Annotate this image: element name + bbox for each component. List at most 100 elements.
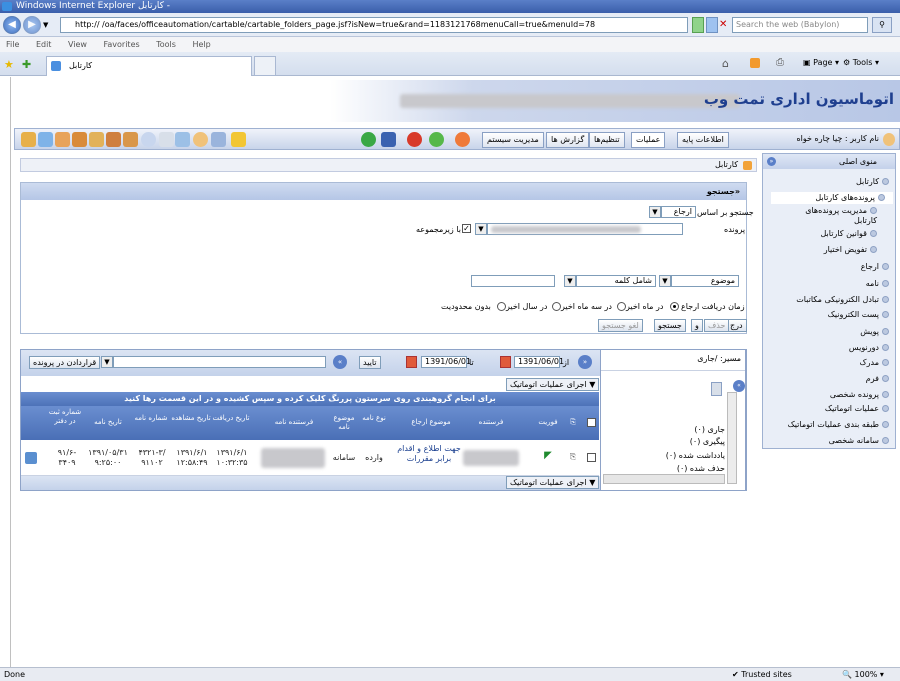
from-date-input[interactable]: 1391/06/01 (514, 356, 564, 368)
auto-ops-top-button[interactable]: اجرای عملیات اتوماتیک ▼ (506, 378, 600, 391)
compose-icon[interactable] (55, 132, 70, 147)
compat-icon[interactable] (692, 17, 704, 33)
delete-button[interactable]: حذف (704, 319, 730, 332)
collapse-icon[interactable]: « (767, 157, 776, 166)
col-reg-no[interactable]: شماره ثبت در دفتر (47, 408, 83, 426)
tools-menu[interactable]: ⚙ Tools ▾ (843, 58, 879, 67)
col-priority[interactable]: فوریت (533, 418, 563, 427)
zoom-control[interactable]: 🔍 100% ▾ (842, 668, 884, 681)
folder-v-scrollbar[interactable] (727, 392, 737, 484)
sidebar-item-scan[interactable]: پویش (860, 326, 889, 338)
sidebar-item-personal-file[interactable]: پرونده شخصی (830, 389, 889, 401)
keyword-input[interactable] (471, 275, 555, 287)
sidebar-item-auto-ops-category[interactable]: طبقه بندی عملیات اتوماتیک (788, 419, 889, 431)
home-icon[interactable]: ⌂ (722, 57, 729, 70)
search-button[interactable]: جستجو (654, 319, 686, 332)
date-radio-3months[interactable] (617, 302, 626, 311)
sidebar-item-letter[interactable]: نامه (866, 278, 889, 290)
from-calendar-icon[interactable] (500, 356, 511, 368)
auto-ops-bottom-button[interactable]: اجرای عملیات اتوماتیک ▼ (506, 476, 600, 489)
sidebar-item-exchange[interactable]: تبادل الکترونیکی مکاتبات (796, 294, 889, 306)
folder-h-scrollbar[interactable] (603, 474, 725, 484)
add-favorite-icon[interactable]: ✚ (22, 58, 31, 71)
operator-dropdown-icon[interactable]: ▼ (564, 275, 576, 287)
sidebar-item-rules[interactable]: قوانین کارتابل (820, 228, 877, 240)
date-radio-unlimited[interactable] (497, 302, 506, 311)
document-icon[interactable] (159, 132, 174, 147)
target-folder-select[interactable] (113, 356, 326, 368)
folder-followup[interactable]: پیگیری (۰) (690, 436, 725, 447)
sidebar-item-fax[interactable]: دورنویس (849, 342, 889, 354)
col-letter-no[interactable]: شماره نامه (133, 414, 169, 423)
and-button[interactable]: و (691, 319, 703, 332)
menu-edit[interactable]: Edit (36, 40, 52, 49)
date-radio-month[interactable] (670, 302, 679, 311)
print-icon[interactable]: ⎙ (776, 57, 784, 68)
menu-view[interactable]: View (68, 40, 87, 49)
col-sender[interactable]: فرستنده (461, 418, 521, 427)
sidebar-item-email[interactable]: پست الکترونیک (828, 309, 889, 321)
col-received[interactable]: تاریخ دریافت (211, 414, 251, 423)
stop-icon[interactable]: ✕ (719, 19, 727, 30)
search-by-select[interactable]: ارجاع (661, 206, 696, 218)
sidebar-item-document[interactable]: مدرک (859, 357, 889, 369)
group-drop-zone[interactable]: برای انجام گروهبندی روی سرستون پررنگ کلی… (21, 392, 599, 406)
select-all-checkbox[interactable] (587, 418, 596, 427)
menu-base-info[interactable]: اطلاعات پایه (677, 132, 729, 148)
table-row[interactable]: ⎘ ◤ جهت اطلاع و اقدام برابر مقررات وارده… (21, 440, 599, 476)
bell-icon[interactable] (231, 132, 246, 147)
mail-out-icon[interactable] (89, 132, 104, 147)
confirm-date-button[interactable]: تایید (359, 356, 381, 369)
page-menu[interactable]: ▣ Page ▾ (803, 58, 839, 67)
search-by-dropdown-icon[interactable]: ▼ (649, 206, 661, 218)
to-calendar-icon[interactable] (406, 356, 417, 368)
book-icon[interactable] (381, 132, 396, 147)
folder-collapse-icon[interactable]: « (733, 380, 745, 392)
search-go-icon[interactable]: ⚲ (872, 17, 892, 33)
menu-help[interactable]: Help (192, 40, 210, 49)
folder-current[interactable]: جاری (۰) (694, 424, 725, 435)
col-letter-subject[interactable]: موضوع نامه (329, 414, 359, 432)
sidebar-item-cartable-folders[interactable]: پرونده‌های کارتابل (771, 192, 893, 204)
document2-icon[interactable] (175, 132, 190, 147)
col-viewed[interactable]: تاریخ مشاهده (171, 414, 211, 423)
folder-select[interactable] (487, 223, 683, 235)
notebook-icon[interactable] (21, 132, 36, 147)
folder-nav-icon[interactable]: « (333, 355, 347, 369)
user-icon[interactable] (193, 132, 208, 147)
address-bar[interactable]: http:// /oa/faces/officeautomation/carta… (60, 17, 688, 33)
menu-favorites[interactable]: Favorites (104, 40, 140, 49)
col-letter-date[interactable]: تاریخ نامه (85, 418, 131, 427)
menu-system-admin[interactable]: مدیریت سیستم (482, 132, 544, 148)
search-panel-header[interactable]: «جستجو (21, 183, 746, 200)
back-arrow-icon[interactable] (361, 132, 376, 147)
attachment-col-icon[interactable]: ⎘ (566, 418, 580, 427)
referral-subject-cell[interactable]: جهت اطلاع و اقدام برابر مقررات (397, 444, 461, 464)
col-letter-type[interactable]: نوع نامه (361, 414, 387, 423)
menu-operations[interactable]: عملیات (631, 132, 666, 148)
cancel-search-button[interactable]: لغو جستجو (598, 319, 643, 332)
new-tab-button[interactable] (254, 56, 276, 76)
mail-send-icon[interactable] (106, 132, 121, 147)
folder-dropdown-icon[interactable]: ▼ (475, 223, 487, 235)
target-folder-dropdown-icon[interactable]: ▼ (101, 356, 113, 368)
up-arrow-icon[interactable] (429, 132, 444, 147)
power-icon[interactable] (407, 132, 422, 147)
subfolder-checkbox[interactable]: ✓ (462, 224, 471, 233)
history-dropdown-icon[interactable]: ▼ (43, 21, 48, 29)
tab-cartable[interactable]: کارتابل (46, 56, 252, 76)
field-select[interactable]: موضوع (671, 275, 739, 287)
help-icon[interactable] (455, 132, 470, 147)
operator-select[interactable]: شامل کلمه (576, 275, 656, 287)
back-icon[interactable]: ◀ (3, 16, 21, 34)
put-in-folder-button[interactable]: قراردادن در پرونده (29, 356, 101, 369)
folder-deleted[interactable]: حذف شده (۰) (677, 463, 725, 474)
sidebar-item-auto-ops[interactable]: عملیات اتوماتیک (825, 403, 889, 415)
menu-settings[interactable]: تنظیم‌ها (589, 132, 625, 148)
mail-forward-icon[interactable] (123, 132, 138, 147)
menu-tools[interactable]: Tools (156, 40, 176, 49)
mail-in-icon[interactable] (72, 132, 87, 147)
folder-noted[interactable]: یادداشت شده (۰) (666, 450, 725, 461)
magnifier-icon[interactable] (141, 132, 156, 147)
sidebar-item-manage-folders[interactable]: مدیریت پرونده‌های کارتابل (797, 206, 877, 226)
